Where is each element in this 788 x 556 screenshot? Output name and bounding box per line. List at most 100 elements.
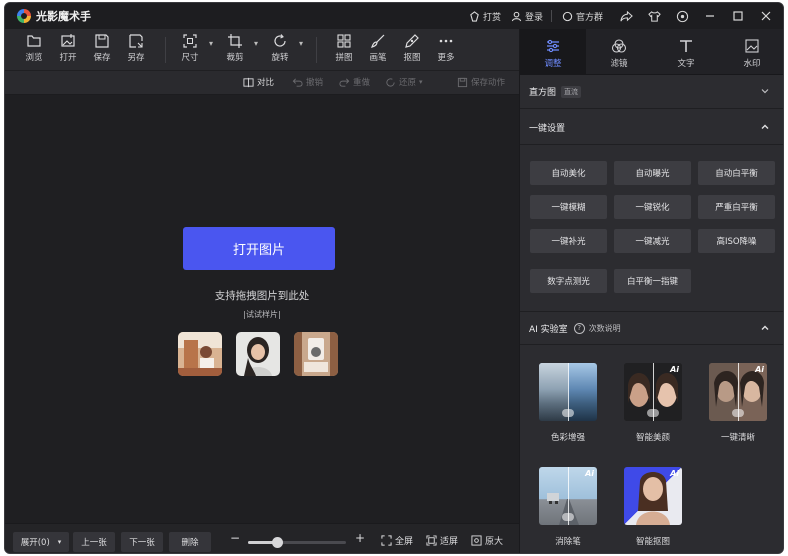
reduce-light-button[interactable]: 一键减光 [614,229,691,253]
image-open-icon [61,34,75,47]
expand-filmstrip-button[interactable]: 展开(0) ▾ [13,532,69,552]
maximize-button[interactable] [727,5,749,27]
ai-smart-beauty[interactable]: Ai 智能美颜 [621,363,685,443]
right-panel: 调整 滤镜 文字 水印 直方图 直流 一键设置 自动美化 自动曝光 自动白平衡 … [519,29,783,553]
restore-button[interactable]: 还原 ▾ [385,76,423,88]
auto-beautify-button[interactable]: 自动美化 [530,161,607,185]
auto-white-balance-button[interactable]: 自动白平衡 [698,161,775,185]
usage-info-link[interactable]: 次数说明 [589,323,621,334]
ai-item-label: 色彩增强 [550,433,585,443]
sample-thumbnail[interactable] [294,332,338,376]
redo-button[interactable]: 重做 [339,76,370,88]
redo-icon [339,78,350,87]
tool-label: 尺寸 [181,53,199,63]
tab-text[interactable]: 文字 [653,29,719,75]
one-click-blur-button[interactable]: 一键模糊 [530,195,607,219]
high-iso-denoise-button[interactable]: 高ISO降噪 [698,229,775,253]
auto-exposure-button[interactable]: 自动曝光 [614,161,691,185]
crop-icon [228,34,242,48]
save-tool[interactable]: 保存 [85,33,119,63]
minimize-button[interactable] [699,5,721,27]
login-button[interactable]: 登录 [511,10,543,23]
next-image-button[interactable]: 下一张 [121,532,163,552]
fullscreen-label: 全屏 [395,537,414,547]
tab-adjust[interactable]: 调整 [520,29,586,75]
open-image-button[interactable]: 打开图片 [183,227,335,270]
crop-dropdown-icon[interactable]: ▾ [254,39,258,48]
ai-eraser[interactable]: Ai 消除笔 [536,467,600,547]
browse-tool[interactable]: 浏览 [17,33,51,63]
ai-tag: Ai [670,365,679,374]
chat-icon [562,11,573,21]
image-canvas[interactable]: 打开图片 支持拖拽图片到此处 |试试样片| [5,95,519,523]
crop-tool[interactable]: 裁剪 [218,33,252,63]
more-tool[interactable]: 更多 [429,33,463,63]
save-action-button[interactable]: 保存动作 [457,76,505,88]
sample-thumbnail[interactable] [236,332,280,376]
sample-images-label: |试试样片| [243,310,281,319]
rotate-dropdown-icon[interactable]: ▾ [299,39,303,48]
close-icon [761,11,771,21]
fill-light-button[interactable]: 一键补光 [530,229,607,253]
user-icon [511,11,522,21]
strong-white-balance-button[interactable]: 严重白平衡 [698,195,775,219]
sample-photo-beach-icon [178,332,222,376]
open-tool[interactable]: 打开 [51,33,85,63]
original-size-label: 原大 [485,537,504,547]
brush-icon [371,34,385,48]
tool-label: 抠图 [403,53,421,63]
expand-label: 展开(0) [20,538,50,548]
reward-button[interactable]: 打赏 [469,10,501,23]
previous-image-button[interactable]: 上一张 [73,532,115,552]
zoom-out-button[interactable]: − [230,531,240,545]
fit-screen-button[interactable]: 适屏 [426,534,458,547]
ai-smart-cutout[interactable]: Ai 智能抠图 [621,467,685,547]
spot-metering-button[interactable]: 数字点测光 [530,269,607,293]
tab-watermark[interactable]: 水印 [719,29,783,75]
tab-label: 调整 [544,59,562,69]
sample-thumbnail[interactable] [178,332,222,376]
app-window: 光影魔术手 打赏 登录 官方群 浏览 打开 保存 另存 尺寸 ▾ 裁剪 ▾ 旋转… [4,2,784,554]
compare-button[interactable]: 对比 [243,76,274,88]
resize-dropdown-icon[interactable]: ▾ [209,39,213,48]
restore-label: 还原 [399,78,417,88]
white-balance-picker-button[interactable]: 白平衡一指键 [614,269,691,293]
ai-lab-section-header[interactable]: AI 实验室 ? 次数说明 [520,311,783,345]
undo-button[interactable]: 撤销 [292,76,323,88]
ai-color-enhance[interactable]: 色彩增强 [536,363,600,443]
redo-label: 重做 [353,78,371,88]
collage-tool[interactable]: 拼图 [327,33,361,63]
zoom-slider-handle[interactable] [272,537,284,548]
share-button[interactable] [615,5,637,27]
delete-button[interactable]: 删除 [169,532,211,552]
cutout-tool[interactable]: 抠图 [395,33,429,63]
save-as-tool[interactable]: 另存 [119,33,153,63]
skin-button[interactable] [643,5,665,27]
ai-one-click-sharpen[interactable]: Ai 一键清晰 [706,363,770,443]
fullscreen-button[interactable]: 全屏 [381,534,413,547]
original-size-button[interactable]: 原大 [471,534,503,547]
ai-item-label: 一键清晰 [720,433,755,443]
tab-filter[interactable]: 滤镜 [586,29,652,75]
help-icon[interactable]: ? [573,322,585,334]
resize-tool[interactable]: 尺寸 [173,33,207,63]
zoom-in-button[interactable]: + [355,531,365,545]
official-group-button[interactable]: 官方群 [562,10,603,23]
tool-label: 保存 [93,53,111,63]
title-bar: 光影魔术手 打赏 登录 官方群 [5,3,783,29]
rotate-tool[interactable]: 旋转 [263,33,297,63]
cutout-icon [405,34,419,48]
close-button[interactable] [755,5,777,27]
histogram-section-header[interactable]: 直方图 直流 [520,75,783,109]
tool-label: 旋转 [271,53,289,63]
one-click-sharpen-button[interactable]: 一键锐化 [614,195,691,219]
one-click-section-header[interactable]: 一键设置 [520,111,783,145]
login-label: 登录 [524,12,543,23]
sliders-icon [547,39,559,53]
share-icon [619,10,633,21]
zoom-slider[interactable] [248,537,346,548]
tab-label: 水印 [743,59,761,69]
tool-label: 另存 [127,53,145,63]
settings-button[interactable] [671,5,693,27]
brush-tool[interactable]: 画笔 [361,33,395,63]
